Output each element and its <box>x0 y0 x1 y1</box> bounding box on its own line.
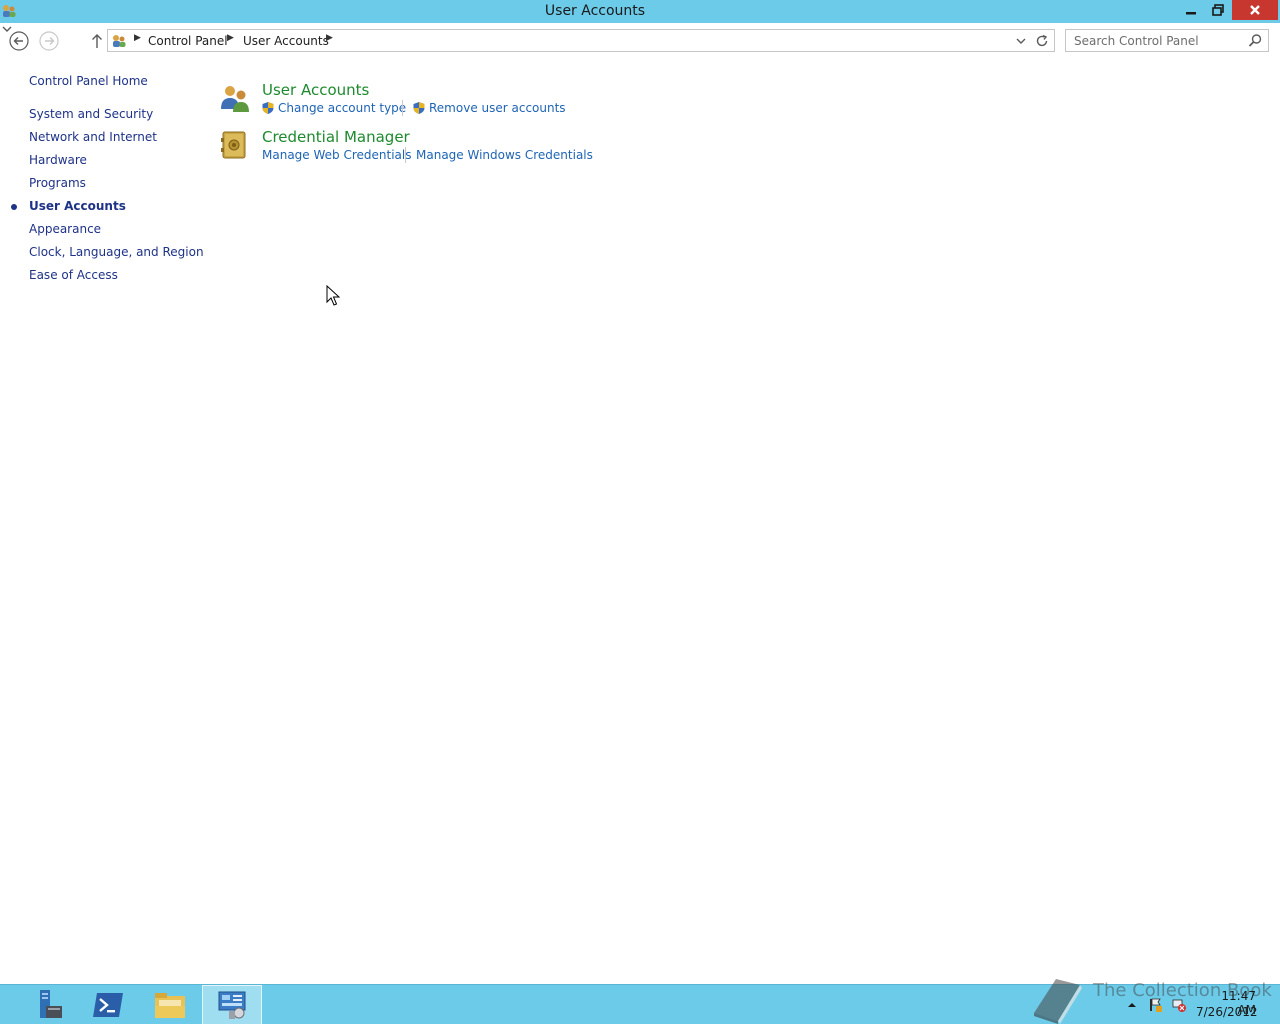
book-icon <box>1034 979 1082 1024</box>
close-button[interactable] <box>1232 0 1278 20</box>
folder-icon <box>155 993 185 1018</box>
task-divider <box>405 147 406 163</box>
minimize-button[interactable] <box>1178 0 1204 20</box>
search-box[interactable] <box>1065 29 1269 52</box>
nav-system-and-security[interactable]: System and Security <box>29 107 153 121</box>
action-center-flag-icon[interactable] <box>1147 997 1163 1013</box>
restore-button[interactable] <box>1205 0 1231 20</box>
manage-windows-credentials-link[interactable]: Manage Windows Credentials <box>416 148 593 162</box>
search-icon[interactable] <box>1248 33 1263 48</box>
clock-date[interactable]: 7/26/2012 <box>1196 1005 1258 1019</box>
forward-arrow-icon[interactable] <box>38 30 60 52</box>
breadcrumb-separator-icon[interactable]: ▶ <box>227 33 234 43</box>
nav-network-and-internet[interactable]: Network and Internet <box>29 130 157 144</box>
back-arrow-icon[interactable] <box>8 30 30 52</box>
window-title: User Accounts <box>544 3 646 19</box>
show-hidden-icons-chevron-icon[interactable] <box>1124 997 1140 1013</box>
active-item-bullet-icon <box>11 204 17 210</box>
uac-shield-icon <box>262 102 274 114</box>
server-manager-icon <box>40 990 62 1018</box>
search-input[interactable] <box>1074 33 1244 48</box>
task-divider <box>402 100 403 116</box>
refresh-icon[interactable] <box>1034 33 1050 49</box>
title-bar: User Accounts <box>0 0 1280 23</box>
taskbar-control-panel[interactable] <box>202 985 262 1025</box>
navigation-bar: ▶ Control Panel ▶ User Accounts ▶ <box>0 23 1280 59</box>
control-panel-icon <box>218 991 246 1019</box>
breadcrumb-separator-icon[interactable]: ▶ <box>134 33 141 43</box>
nav-clock-language-region[interactable]: Clock, Language, and Region <box>29 245 204 259</box>
network-disconnected-icon[interactable] <box>1171 997 1187 1013</box>
control-panel-icon <box>113 35 126 47</box>
taskbar: The Collection Book 11:47 AM 7/26/2012 <box>0 979 1280 1025</box>
nav-ease-of-access[interactable]: Ease of Access <box>29 268 118 282</box>
nav-hardware[interactable]: Hardware <box>29 153 87 167</box>
address-history-chevron-icon[interactable] <box>1014 34 1028 48</box>
remove-user-accounts-link[interactable]: Remove user accounts <box>429 101 566 115</box>
control-panel-home-link[interactable]: Control Panel Home <box>29 74 148 88</box>
restore-icon <box>1212 4 1224 16</box>
minimize-icon <box>1186 12 1196 15</box>
users-icon <box>221 86 249 112</box>
uac-shield-icon <box>413 102 425 114</box>
nav-appearance[interactable]: Appearance <box>29 222 101 236</box>
category-credential-manager[interactable]: Credential Manager <box>262 128 410 146</box>
breadcrumb-user-accounts[interactable]: User Accounts <box>243 34 329 48</box>
mouse-pointer-icon <box>326 285 340 306</box>
breadcrumb-control-panel[interactable]: Control Panel <box>148 34 228 48</box>
address-bar[interactable]: ▶ Control Panel ▶ User Accounts ▶ <box>107 29 1055 52</box>
taskbar-file-explorer[interactable] <box>140 985 200 1025</box>
manage-web-credentials-link[interactable]: Manage Web Credentials <box>262 148 411 162</box>
nav-programs[interactable]: Programs <box>29 176 86 190</box>
change-account-type-link[interactable]: Change account type <box>278 101 406 115</box>
taskbar-powershell[interactable] <box>78 985 138 1025</box>
nav-user-accounts[interactable]: User Accounts <box>29 199 126 213</box>
category-user-accounts[interactable]: User Accounts <box>262 81 369 99</box>
taskbar-server-manager[interactable] <box>16 985 76 1025</box>
close-icon <box>1250 5 1260 15</box>
up-arrow-icon[interactable] <box>86 30 108 52</box>
vault-icon <box>221 131 246 159</box>
powershell-icon <box>93 993 123 1017</box>
breadcrumb-separator-icon[interactable]: ▶ <box>326 33 333 43</box>
